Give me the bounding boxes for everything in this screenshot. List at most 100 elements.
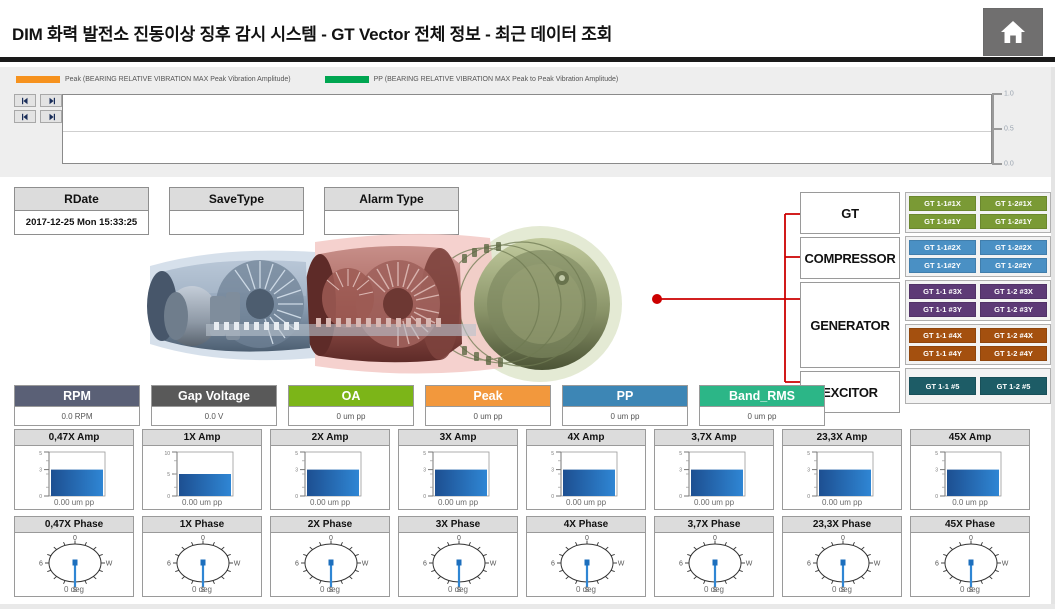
tag-group-excitor: GT 1-1 #5 GT 1-2 #5 xyxy=(905,368,1051,404)
tag-button-gt-1-1-4x[interactable]: GT 1-1 #4X xyxy=(909,328,976,343)
tag-button-gt-1-1-4y[interactable]: GT 1-1 #4Y xyxy=(909,346,976,361)
tag-button-gt-1-1-3y[interactable]: GT 1-1 #3Y xyxy=(909,302,976,317)
svg-text:3: 3 xyxy=(807,468,810,474)
trend-chart-plot[interactable] xyxy=(62,94,992,164)
phase-chart-value: 0 deg xyxy=(575,585,597,594)
phase-chart-title: 4X Phase xyxy=(526,516,646,533)
tag-button-gt-1-2-2x[interactable]: GT 1-2#2X xyxy=(980,240,1047,255)
axis-tick-label: 0.0 xyxy=(1004,160,1014,168)
phase-chart-body[interactable]: 06WS0 deg xyxy=(14,533,134,597)
svg-text:3: 3 xyxy=(679,468,682,474)
amp-chart-body[interactable]: 5 3 0 0.0 um pp xyxy=(910,446,1030,510)
nav-next-page-button[interactable] xyxy=(40,94,62,107)
phase-chart-body[interactable]: 06WS0 deg xyxy=(654,533,774,597)
nav-next-step-button[interactable] xyxy=(40,110,62,123)
amp-chart-body[interactable]: 10 5 0 0.00 um pp xyxy=(142,446,262,510)
status-cell-gap-voltage: Gap Voltage 0.0 V xyxy=(151,385,277,426)
phase-chart-value: 0 deg xyxy=(319,585,341,594)
phase-chart-3-7x-phase: 3,7X Phase 0 6 W S 0 deg xyxy=(654,516,774,597)
nav-prev-page-button[interactable] xyxy=(14,94,36,107)
svg-text:6: 6 xyxy=(807,561,811,568)
amp-chart-body[interactable]: 5 3 0 0.00 um pp xyxy=(654,446,774,510)
section-gt[interactable]: GT xyxy=(800,192,900,234)
phase-chart-body[interactable]: 06WS0 deg xyxy=(270,533,390,597)
chart-midline xyxy=(63,131,991,132)
section-compressor[interactable]: COMPRESSOR xyxy=(800,237,900,279)
status-label-oa: OA xyxy=(288,385,414,407)
trend-panel: Peak (BEARING RELATIVE VIBRATION MAX Pea… xyxy=(0,67,1055,177)
phase-chart-value: 0 deg xyxy=(447,585,469,594)
amp-chart-body[interactable]: 5 3 0 0.00 um pp xyxy=(14,446,134,510)
info-header-alarmtype: Alarm Type xyxy=(324,187,459,211)
status-cell-rpm: RPM 0.0 RPM xyxy=(14,385,140,426)
tag-group-generator-4: GT 1-1 #4X GT 1-1 #4Y GT 1-2 #4X GT 1-2 … xyxy=(905,324,1051,365)
phase-chart-body[interactable]: 06WS0 deg xyxy=(526,533,646,597)
app-root: DIM 화력 발전소 진동이상 징후 감시 시스템 - GT Vector 전체… xyxy=(0,0,1055,609)
home-button[interactable] xyxy=(983,8,1043,56)
svg-text:6: 6 xyxy=(935,561,939,568)
phase-chart-body[interactable]: 06WS0 deg xyxy=(398,533,518,597)
legend-label-pp: PP (BEARING RELATIVE VIBRATION MAX Peak … xyxy=(373,75,619,83)
status-value-band-rms: 0 um pp xyxy=(699,407,825,426)
tag-button-gt-1-1-1x[interactable]: GT 1-1#1X xyxy=(909,196,976,211)
tag-button-gt-1-2-4x[interactable]: GT 1-2 #4X xyxy=(980,328,1047,343)
phase-chart-1x-phase: 1X Phase 0 6 W S 0 deg xyxy=(142,516,262,597)
tag-button-gt-1-2-1y[interactable]: GT 1-2#1Y xyxy=(980,214,1047,229)
amp-chart-title: 3X Amp xyxy=(398,429,518,446)
phase-chart-body[interactable]: 06WS0 deg xyxy=(782,533,902,597)
axis-tick xyxy=(992,128,1002,130)
tag-group-gt: GT 1-1#1X GT 1-1#1Y GT 1-2#1X GT 1-2#1Y xyxy=(905,192,1051,233)
phase-chart-0-47x-phase: 0,47X Phase 0 6 W S 0 deg xyxy=(14,516,134,597)
gas-turbine-diagram xyxy=(110,218,680,390)
legend-label-peak: Peak (BEARING RELATIVE VIBRATION MAX Pea… xyxy=(65,75,291,83)
svg-text:W: W xyxy=(234,561,241,568)
svg-text:W: W xyxy=(618,561,625,568)
tag-button-gt-1-1-3x[interactable]: GT 1-1 #3X xyxy=(909,284,976,299)
svg-text:6: 6 xyxy=(551,561,555,568)
svg-text:5: 5 xyxy=(423,451,426,457)
tag-button-gt-1-2-5[interactable]: GT 1-2 #5 xyxy=(980,377,1047,395)
tag-button-gt-1-1-2y[interactable]: GT 1-1#2Y xyxy=(909,258,976,273)
status-cell-oa: OA 0 um pp xyxy=(288,385,414,426)
svg-text:6: 6 xyxy=(39,561,43,568)
svg-text:W: W xyxy=(746,561,753,568)
app-header: DIM 화력 발전소 진동이상 징후 감시 시스템 - GT Vector 전체… xyxy=(0,0,1055,62)
tag-button-gt-1-1-2x[interactable]: GT 1-1#2X xyxy=(909,240,976,255)
phase-chart-body[interactable]: 06WS0 deg xyxy=(910,533,1030,597)
tag-button-gt-1-2-3y[interactable]: GT 1-2 #3Y xyxy=(980,302,1047,317)
amp-chart-23-3x-amp: 23,3X Amp 5 3 0 0.00 um pp xyxy=(782,429,902,510)
amp-chart-body[interactable]: 5 3 0 0.00 um pp xyxy=(526,446,646,510)
section-generator[interactable]: GENERATOR xyxy=(800,282,900,368)
nav-prev-step-button[interactable] xyxy=(14,110,36,123)
amp-chart-body[interactable]: 5 3 0 0.00 um pp xyxy=(782,446,902,510)
svg-text:5: 5 xyxy=(935,451,938,457)
amp-chart-body[interactable]: 5 3 0 0.00 um pp xyxy=(270,446,390,510)
tag-button-gt-1-2-2y[interactable]: GT 1-2#2Y xyxy=(980,258,1047,273)
svg-text:5: 5 xyxy=(295,451,298,457)
tag-button-gt-1-2-1x[interactable]: GT 1-2#1X xyxy=(980,196,1047,211)
tag-button-gt-1-2-4y[interactable]: GT 1-2 #4Y xyxy=(980,346,1047,361)
phase-chart-title: 1X Phase xyxy=(142,516,262,533)
amp-chart-45x-amp: 45X Amp 5 3 0 0.0 um pp xyxy=(910,429,1030,510)
trend-chart-y-axis: 1.0 0.5 0.0 xyxy=(992,91,1052,169)
status-label-rpm: RPM xyxy=(14,385,140,407)
amp-chart-body[interactable]: 5 3 0 0.00 um pp xyxy=(398,446,518,510)
legend-swatch-peak xyxy=(16,75,60,83)
bottom-bar xyxy=(0,604,1055,609)
amp-chart-value: 0.00 um pp xyxy=(437,498,479,507)
tag-button-gt-1-1-1y[interactable]: GT 1-1#1Y xyxy=(909,214,976,229)
amp-chart-title: 3,7X Amp xyxy=(654,429,774,446)
legend-item-peak: Peak (BEARING RELATIVE VIBRATION MAX Pea… xyxy=(16,75,291,83)
axis-tick xyxy=(992,163,1002,165)
status-label-pp: PP xyxy=(562,385,688,407)
phase-chart-body[interactable]: 06WS0 deg xyxy=(142,533,262,597)
amp-chart-value: 0.00 um pp xyxy=(53,498,95,507)
amp-chart-0-47x-amp: 0,47X Amp 5 3 0 0.00 um pp xyxy=(14,429,134,510)
tag-button-gt-1-2-3x[interactable]: GT 1-2 #3X xyxy=(980,284,1047,299)
status-cell-pp: PP 0 um pp xyxy=(562,385,688,426)
svg-text:6: 6 xyxy=(423,561,427,568)
tag-button-gt-1-1-5[interactable]: GT 1-1 #5 xyxy=(909,377,976,395)
amp-chart-3x-amp: 3X Amp 5 3 0 0.00 um pp xyxy=(398,429,518,510)
right-scroll-strip[interactable] xyxy=(1051,67,1055,609)
amp-chart-title: 2X Amp xyxy=(270,429,390,446)
